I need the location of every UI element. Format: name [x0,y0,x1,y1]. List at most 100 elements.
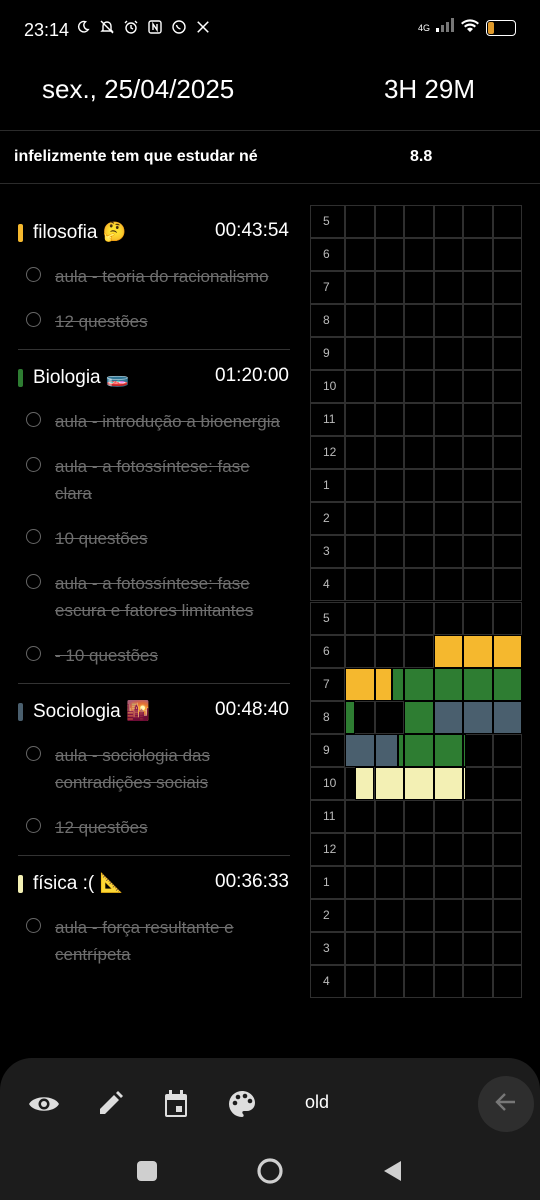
task-radio[interactable] [26,746,41,761]
grid-cell[interactable] [404,205,434,239]
grid-cell[interactable] [492,205,522,239]
grid-cell[interactable] [463,238,493,272]
grid-cell[interactable] [404,271,434,305]
grid-cell[interactable] [345,370,375,404]
grid-cell[interactable] [433,238,463,272]
grid-cell[interactable] [404,634,434,668]
study-block[interactable] [345,733,375,767]
grid-cell[interactable] [492,766,522,800]
grid-cell[interactable] [463,502,493,536]
grid-cell[interactable] [492,568,522,602]
study-block[interactable] [492,634,522,668]
study-block[interactable] [433,700,463,734]
grid-cell[interactable] [374,700,404,734]
task-radio[interactable] [26,312,41,327]
grid-cell[interactable] [463,568,493,602]
grid-cell[interactable] [433,205,463,239]
grid-cell[interactable] [433,337,463,371]
grid-cell[interactable] [433,931,463,965]
task-item[interactable]: - 10 questões [0,638,300,683]
grid-cell[interactable] [463,931,493,965]
grid-cell[interactable] [433,832,463,866]
study-block[interactable] [404,733,434,767]
grid-cell[interactable] [374,238,404,272]
grid-cell[interactable] [345,898,375,932]
square-icon[interactable] [130,1154,164,1188]
grid-cell[interactable] [404,568,434,602]
task-item[interactable]: 12 questões [0,810,300,855]
grid-cell[interactable] [404,370,434,404]
study-block[interactable] [463,766,466,800]
grid-cell[interactable] [492,733,522,767]
grid-cell[interactable] [374,832,404,866]
study-block[interactable] [404,667,434,701]
study-block[interactable] [433,667,463,701]
day-score[interactable]: 8.8 [410,148,432,166]
task-radio[interactable] [26,818,41,833]
study-block[interactable] [492,667,522,701]
study-block[interactable] [463,733,466,767]
grid-cell[interactable] [492,238,522,272]
grid-cell[interactable] [433,469,463,503]
grid-cell[interactable] [345,502,375,536]
eye-icon[interactable] [24,1086,64,1122]
day-note[interactable]: infelizmente tem que estudar né [14,148,258,166]
study-block[interactable] [433,766,463,800]
grid-cell[interactable] [404,865,434,899]
grid-cell[interactable] [433,898,463,932]
grid-cell[interactable] [345,403,375,437]
calendar-icon[interactable] [156,1086,196,1122]
grid-cell[interactable] [492,502,522,536]
grid-cell[interactable] [404,964,434,998]
grid-cell[interactable] [404,304,434,338]
study-block[interactable] [433,634,463,668]
task-radio[interactable] [26,646,41,661]
back-button[interactable] [478,1076,534,1132]
subject-header[interactable]: física :( 📐 00:36:33 [0,856,300,910]
grid-cell[interactable] [492,271,522,305]
grid-cell[interactable] [404,502,434,536]
grid-cell[interactable] [404,931,434,965]
grid-cell[interactable] [374,436,404,470]
circle-icon[interactable] [253,1154,287,1188]
grid-cell[interactable] [463,304,493,338]
grid-cell[interactable] [345,568,375,602]
grid-cell[interactable] [404,898,434,932]
grid-cell[interactable] [404,436,434,470]
grid-cell[interactable] [463,766,493,800]
grid-cell[interactable] [345,271,375,305]
study-block[interactable] [374,667,393,701]
grid-cell[interactable] [433,535,463,569]
grid-cell[interactable] [374,601,404,635]
task-radio[interactable] [26,267,41,282]
grid-cell[interactable] [404,535,434,569]
grid-cell[interactable] [404,832,434,866]
grid-cell[interactable] [463,898,493,932]
grid-cell[interactable] [374,898,404,932]
task-item[interactable]: aula - introdução a bioenergia [0,404,300,449]
grid-cell[interactable] [404,601,434,635]
grid-cell[interactable] [374,403,404,437]
grid-cell[interactable] [404,238,434,272]
task-item[interactable]: aula - teoria do racionalismo [0,259,300,304]
grid-cell[interactable] [492,964,522,998]
grid-cell[interactable] [492,865,522,899]
grid-cell[interactable] [374,502,404,536]
grid-cell[interactable] [433,964,463,998]
grid-cell[interactable] [433,865,463,899]
triangle-back-icon[interactable] [375,1154,409,1188]
grid-cell[interactable] [492,370,522,404]
grid-cell[interactable] [374,205,404,239]
grid-cell[interactable] [492,469,522,503]
grid-cell[interactable] [345,634,375,668]
grid-cell[interactable] [345,205,375,239]
grid-cell[interactable] [374,304,404,338]
task-radio[interactable] [26,529,41,544]
grid-cell[interactable] [374,799,404,833]
study-block[interactable] [374,733,399,767]
grid-cell[interactable] [463,535,493,569]
grid-cell[interactable] [433,436,463,470]
study-block[interactable] [404,766,434,800]
grid-cell[interactable] [463,436,493,470]
grid-cell[interactable] [492,403,522,437]
